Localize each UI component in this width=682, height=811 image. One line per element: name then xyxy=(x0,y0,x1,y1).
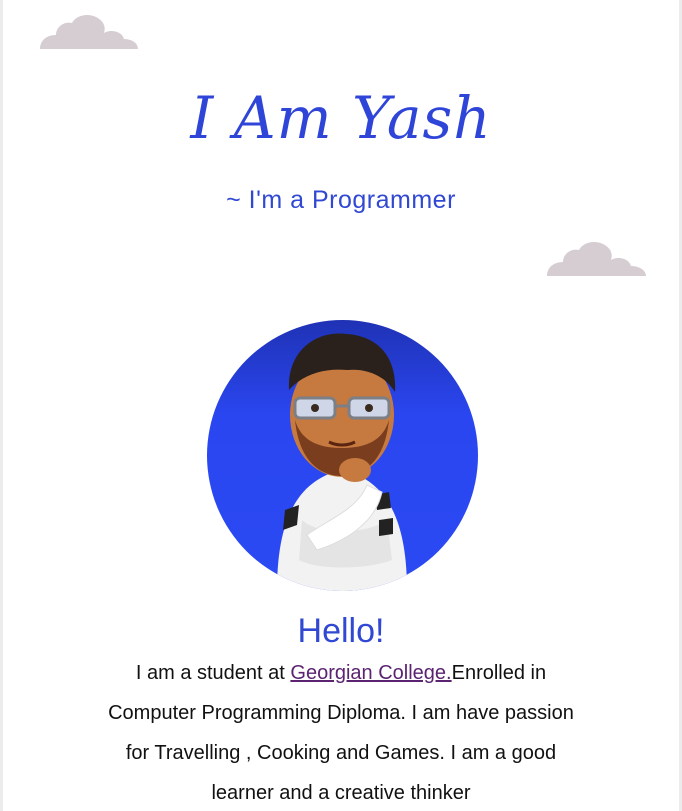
avatar xyxy=(207,320,478,591)
cloud-icon xyxy=(547,242,646,276)
page-title: I Am Yash xyxy=(190,84,492,152)
page: I Am Yash ~ I'm a Programmer Hello! I am… xyxy=(0,0,682,811)
page-subtitle: ~ I'm a Programmer xyxy=(226,186,456,214)
cloud-icon xyxy=(40,15,138,49)
college-link[interactable]: Georgian College. xyxy=(290,662,451,684)
bio-text-before: I am a student at xyxy=(135,662,291,684)
greeting-heading: Hello! xyxy=(297,612,385,650)
bio-paragraph: I am a student at Georgian College.Enrol… xyxy=(100,653,582,811)
avatar-character-icon xyxy=(277,333,407,591)
